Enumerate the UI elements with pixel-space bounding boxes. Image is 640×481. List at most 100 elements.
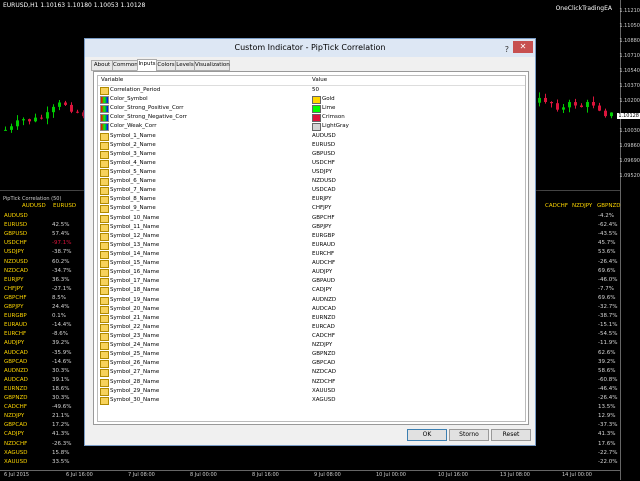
variable-value[interactable]: XAUUSD bbox=[312, 388, 335, 394]
input-row[interactable]: Correlation_Period 50 bbox=[98, 86, 525, 95]
variable-value[interactable]: GBPJPY bbox=[312, 224, 332, 230]
input-row[interactable]: Symbol_27_Name NZDCAD bbox=[98, 368, 525, 378]
input-row[interactable]: Symbol_15_Name AUDCHF bbox=[98, 259, 525, 269]
input-row[interactable]: Symbol_24_Name NZDJPY bbox=[98, 341, 525, 351]
input-row[interactable]: Symbol_28_Name NZDCHF bbox=[98, 378, 525, 387]
grid-cell: -15.1% bbox=[598, 322, 618, 329]
candle-body bbox=[4, 129, 7, 131]
variable-value[interactable]: AUDUSD bbox=[312, 133, 336, 139]
variable-value[interactable]: Crimson bbox=[322, 114, 345, 120]
variable-value[interactable]: EURGBP bbox=[312, 233, 335, 239]
input-row[interactable]: Symbol_14_Name EURCHF bbox=[98, 250, 525, 259]
input-row[interactable]: Symbol_3_Name GBPUSD bbox=[98, 150, 525, 159]
input-row[interactable]: Symbol_23_Name CADCHF bbox=[98, 332, 525, 341]
close-button[interactable]: ✕ bbox=[513, 41, 533, 53]
input-row[interactable]: Symbol_10_Name GBPCHF bbox=[98, 214, 525, 223]
grid-cell: 53.6% bbox=[598, 249, 616, 256]
tab-levels[interactable]: Levels bbox=[175, 60, 195, 71]
input-row[interactable]: Symbol_22_Name EURCAD bbox=[98, 323, 525, 332]
variable-value[interactable]: GBPNZD bbox=[312, 351, 335, 357]
input-row[interactable]: Symbol_1_Name AUDUSD bbox=[98, 132, 525, 141]
variable-value[interactable]: NZDCHF bbox=[312, 379, 335, 385]
input-row[interactable]: Symbol_19_Name AUDNZD bbox=[98, 296, 525, 305]
tab-common[interactable]: Common bbox=[112, 60, 138, 71]
input-row[interactable]: Symbol_11_Name GBPJPY bbox=[98, 223, 525, 232]
input-row[interactable]: Color_Weak_Corr LightGray bbox=[98, 122, 525, 132]
input-row[interactable]: Symbol_6_Name NZDUSD bbox=[98, 177, 525, 187]
variable-name: Symbol_17_Name bbox=[110, 278, 160, 285]
cancel-button[interactable]: Storno bbox=[449, 429, 489, 441]
input-row[interactable]: Symbol_9_Name CHFJPY bbox=[98, 204, 525, 214]
grid-cell: 36.3% bbox=[52, 276, 70, 283]
variable-value[interactable]: AUDCHF bbox=[312, 260, 335, 266]
variable-value[interactable]: GBPCAD bbox=[312, 360, 335, 366]
variable-value[interactable]: 50 bbox=[312, 87, 319, 93]
variable-value[interactable]: USDJPY bbox=[312, 169, 332, 175]
grid-cell: 57.4% bbox=[52, 231, 70, 238]
tab-visualization[interactable]: Visualization bbox=[194, 60, 230, 71]
variable-value[interactable]: NZDJPY bbox=[312, 342, 332, 348]
variable-value[interactable]: LightGray bbox=[322, 123, 349, 129]
grid-cell: 39.2% bbox=[52, 340, 70, 347]
variable-value[interactable]: GBPCHF bbox=[312, 215, 335, 221]
tab-about[interactable]: About bbox=[91, 60, 113, 71]
input-row[interactable]: Symbol_5_Name USDJPY bbox=[98, 168, 525, 177]
input-row[interactable]: Symbol_17_Name GBPAUD bbox=[98, 277, 525, 287]
input-row[interactable]: Symbol_18_Name CADJPY bbox=[98, 286, 525, 296]
variable-name: Symbol_30_Name bbox=[110, 396, 160, 403]
variable-value[interactable]: AUDNZD bbox=[312, 297, 336, 303]
grid-cell: 18.6% bbox=[52, 385, 70, 392]
variable-value[interactable]: NZDUSD bbox=[312, 178, 336, 184]
variable-value[interactable]: CADJPY bbox=[312, 287, 332, 293]
variable-value[interactable]: EURNZD bbox=[312, 315, 335, 321]
variable-value[interactable]: EURCHF bbox=[312, 251, 334, 257]
candle-body bbox=[16, 120, 19, 127]
variable-value[interactable]: EURAUD bbox=[312, 242, 335, 248]
grid-row-symbol: CADJPY bbox=[4, 431, 25, 438]
variable-name: Symbol_2_Name bbox=[110, 141, 156, 148]
input-row[interactable]: Symbol_21_Name EURNZD bbox=[98, 314, 525, 323]
input-row[interactable]: Symbol_2_Name EURUSD bbox=[98, 141, 525, 150]
input-row[interactable]: Symbol_29_Name XAUUSD bbox=[98, 387, 525, 396]
input-row[interactable]: Color_Strong_Positive_Corr Lime bbox=[98, 104, 525, 114]
variable-value[interactable]: CHFJPY bbox=[312, 205, 331, 211]
input-row[interactable]: Symbol_4_Name USDCHF bbox=[98, 159, 525, 168]
candle-body bbox=[538, 97, 541, 103]
help-button[interactable]: ? bbox=[505, 41, 509, 59]
price-label: 1.10128 bbox=[617, 113, 640, 119]
variable-value[interactable]: GBPUSD bbox=[312, 151, 335, 157]
input-row[interactable]: Symbol_16_Name AUDJPY bbox=[98, 268, 525, 278]
input-row[interactable]: Symbol_8_Name EURJPY bbox=[98, 195, 525, 205]
variable-value[interactable]: AUDCAD bbox=[312, 306, 336, 312]
variable-value[interactable]: NZDCAD bbox=[312, 369, 336, 375]
input-row[interactable]: Symbol_7_Name USDCAD bbox=[98, 186, 525, 196]
variable-value[interactable]: CADCHF bbox=[312, 333, 335, 339]
input-row[interactable]: Color_Strong_Negative_Corr Crimson bbox=[98, 113, 525, 123]
variable-value[interactable]: USDCAD bbox=[312, 187, 336, 193]
input-row[interactable]: Symbol_26_Name GBPCAD bbox=[98, 359, 525, 369]
input-row[interactable]: Symbol_20_Name AUDCAD bbox=[98, 305, 525, 314]
grid-row-symbol: GBPCAD bbox=[4, 422, 28, 429]
tab-inputs[interactable]: Inputs bbox=[137, 59, 157, 71]
variable-value[interactable]: Lime bbox=[322, 105, 335, 111]
input-row[interactable]: Symbol_25_Name GBPNZD bbox=[98, 350, 525, 360]
ok-button[interactable]: OK bbox=[407, 429, 447, 441]
variable-value[interactable]: EURCAD bbox=[312, 324, 335, 330]
variable-value[interactable]: EURJPY bbox=[312, 196, 332, 202]
grid-header-cell: NZDJPY bbox=[572, 203, 593, 209]
input-row[interactable]: Color_Symbol Gold bbox=[98, 95, 525, 105]
input-row[interactable]: Symbol_12_Name EURGBP bbox=[98, 232, 525, 241]
input-row[interactable]: Symbol_30_Name XAGUSD bbox=[98, 396, 525, 405]
col-value: Value bbox=[312, 77, 328, 83]
input-row[interactable]: Symbol_13_Name EURAUD bbox=[98, 241, 525, 250]
reset-button[interactable]: Reset bbox=[491, 429, 531, 441]
variable-value[interactable]: Gold bbox=[322, 96, 335, 102]
variable-value[interactable]: XAGUSD bbox=[312, 397, 335, 403]
variable-value[interactable]: GBPAUD bbox=[312, 278, 335, 284]
variable-name: Symbol_19_Name bbox=[110, 296, 160, 303]
variable-value[interactable]: AUDJPY bbox=[312, 269, 332, 275]
variable-value[interactable]: EURUSD bbox=[312, 142, 335, 148]
variable-name: Symbol_25_Name bbox=[110, 351, 160, 358]
tab-colors[interactable]: Colors bbox=[156, 60, 176, 71]
variable-value[interactable]: USDCHF bbox=[312, 160, 335, 166]
